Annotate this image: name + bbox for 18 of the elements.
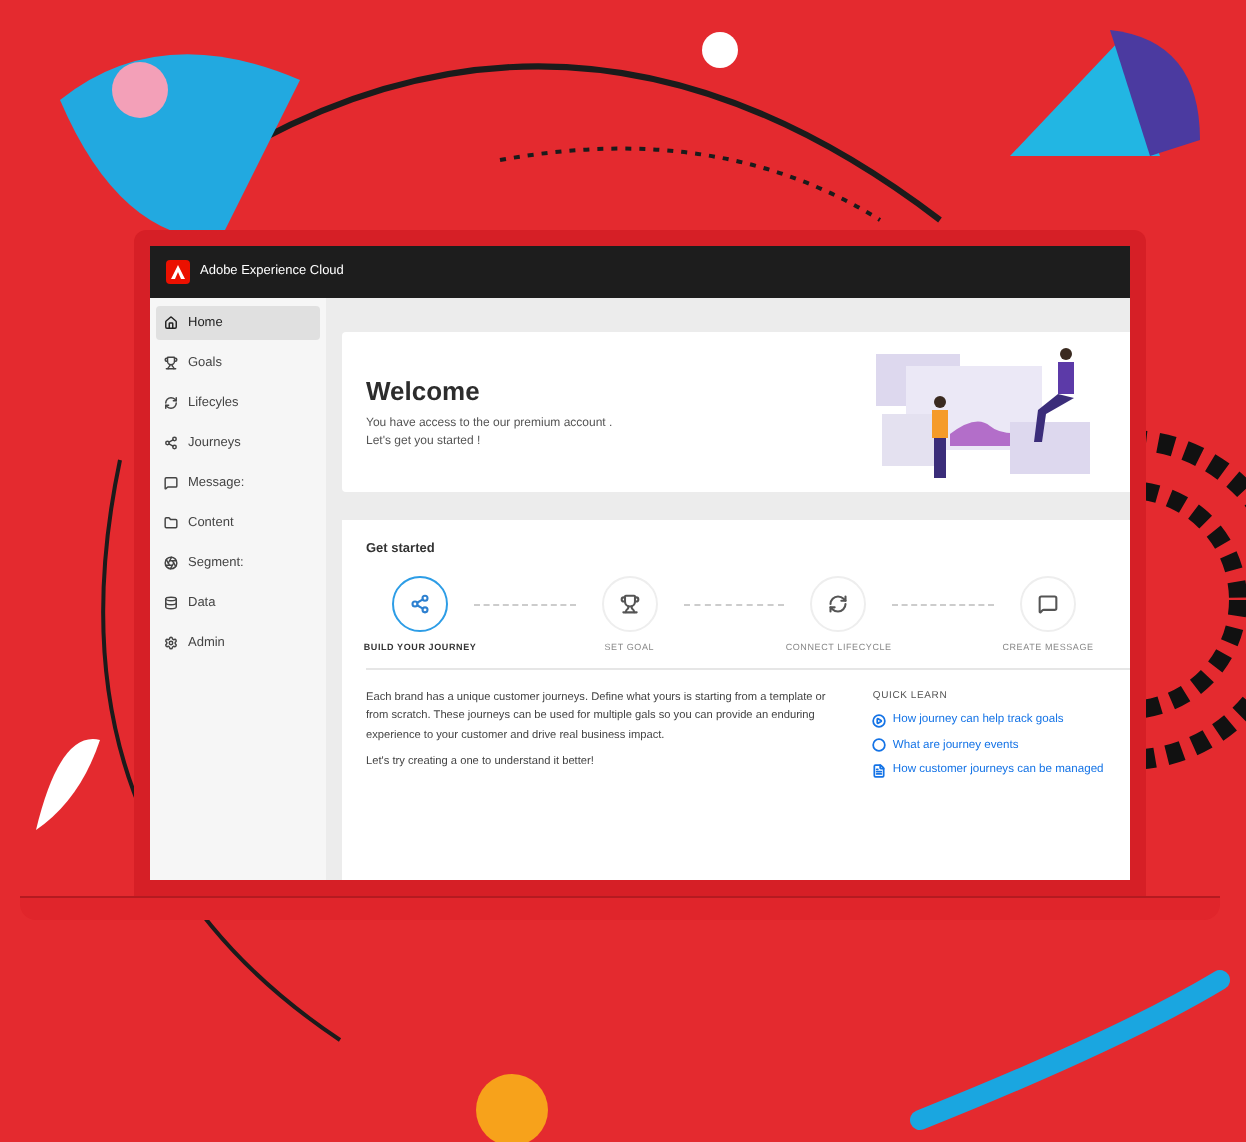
welcome-title: Welcome [366,373,482,410]
aperture-icon [164,556,178,570]
circle-icon [872,738,887,752]
logo-icon [166,260,190,284]
play-icon [872,713,887,727]
document-icon [872,763,887,777]
speech-bubble-icon [1038,593,1059,614]
speech-bubble-icon [164,476,178,490]
home-icon [164,316,178,330]
trophy-icon [164,356,178,370]
trophy-icon [619,593,640,614]
cycle-icon [164,396,178,410]
folder-icon [164,516,178,530]
database-icon [164,596,178,610]
share-icon [410,593,430,614]
cycle-icon [828,593,849,614]
share-icon [164,436,178,450]
gear-icon [164,636,178,650]
